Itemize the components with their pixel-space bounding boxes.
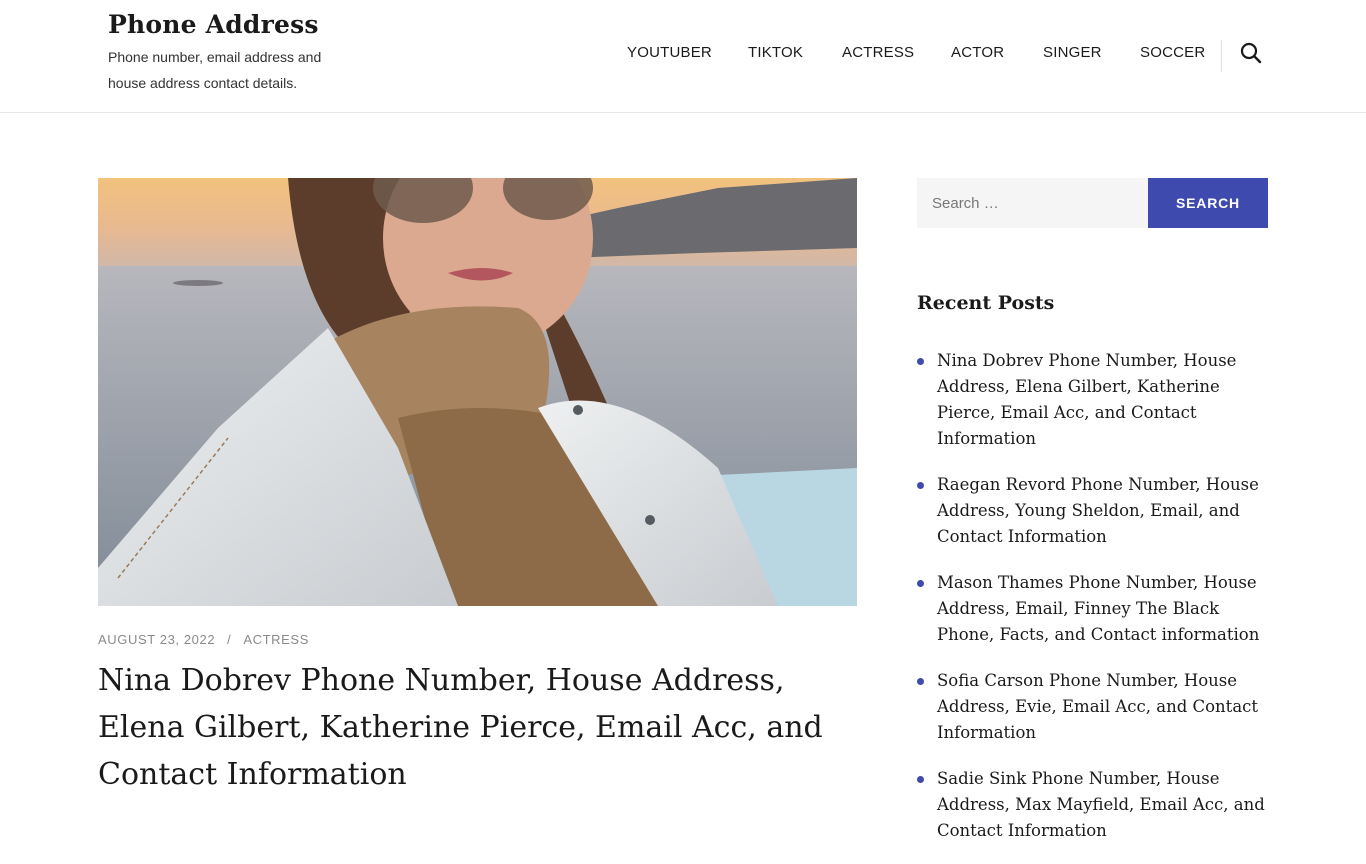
nav-divider: [1221, 40, 1222, 72]
nav-item-actress[interactable]: ACTRESS: [842, 44, 914, 61]
search-icon[interactable]: [1240, 42, 1262, 64]
post-date[interactable]: AUGUST 23, 2022: [98, 632, 215, 647]
recent-post-link[interactable]: Mason Thames Phone Number, House Address…: [937, 570, 1272, 648]
site-title[interactable]: Phone Address: [108, 10, 319, 39]
nav-item-soccer[interactable]: SOCCER: [1140, 44, 1205, 61]
site-description: Phone number, email address and house ad…: [108, 49, 322, 91]
search-button[interactable]: SEARCH: [1148, 178, 1268, 228]
nav-item-tiktok[interactable]: TIKTOK: [748, 44, 803, 61]
post-meta: AUGUST 23, 2022 / ACTRESS: [98, 632, 309, 647]
post-category[interactable]: ACTRESS: [243, 632, 309, 647]
nav-item-youtuber[interactable]: YOUTUBER: [627, 44, 712, 61]
sidebar-search-form: SEARCH: [917, 178, 1268, 228]
meta-separator: /: [227, 632, 232, 647]
list-item: Mason Thames Phone Number, House Address…: [917, 570, 1272, 648]
bullet-icon: [917, 678, 924, 685]
recent-post-link[interactable]: Sadie Sink Phone Number, House Address, …: [937, 766, 1272, 844]
recent-posts-title: Recent Posts: [917, 292, 1055, 314]
bullet-icon: [917, 358, 924, 365]
featured-image[interactable]: [98, 178, 857, 606]
site-header: Phone Address Phone number, email addres…: [0, 0, 1366, 113]
post-title[interactable]: Nina Dobrev Phone Number, House Address,…: [98, 657, 858, 798]
bullet-icon: [917, 776, 924, 783]
search-input[interactable]: [917, 178, 1148, 228]
list-item: Nina Dobrev Phone Number, House Address,…: [917, 348, 1272, 452]
list-item: Sofia Carson Phone Number, House Address…: [917, 668, 1272, 746]
bullet-icon: [917, 580, 924, 587]
recent-post-link[interactable]: Raegan Revord Phone Number, House Addres…: [937, 472, 1272, 550]
nav-item-actor[interactable]: ACTOR: [951, 44, 1004, 61]
recent-posts-list: Nina Dobrev Phone Number, House Address,…: [917, 348, 1272, 864]
recent-post-link[interactable]: Sofia Carson Phone Number, House Address…: [937, 668, 1272, 746]
list-item: Sadie Sink Phone Number, House Address, …: [917, 766, 1272, 844]
list-item: Raegan Revord Phone Number, House Addres…: [917, 472, 1272, 550]
nav-item-singer[interactable]: SINGER: [1043, 44, 1102, 61]
bullet-icon: [917, 482, 924, 489]
recent-post-link[interactable]: Nina Dobrev Phone Number, House Address,…: [937, 348, 1272, 452]
